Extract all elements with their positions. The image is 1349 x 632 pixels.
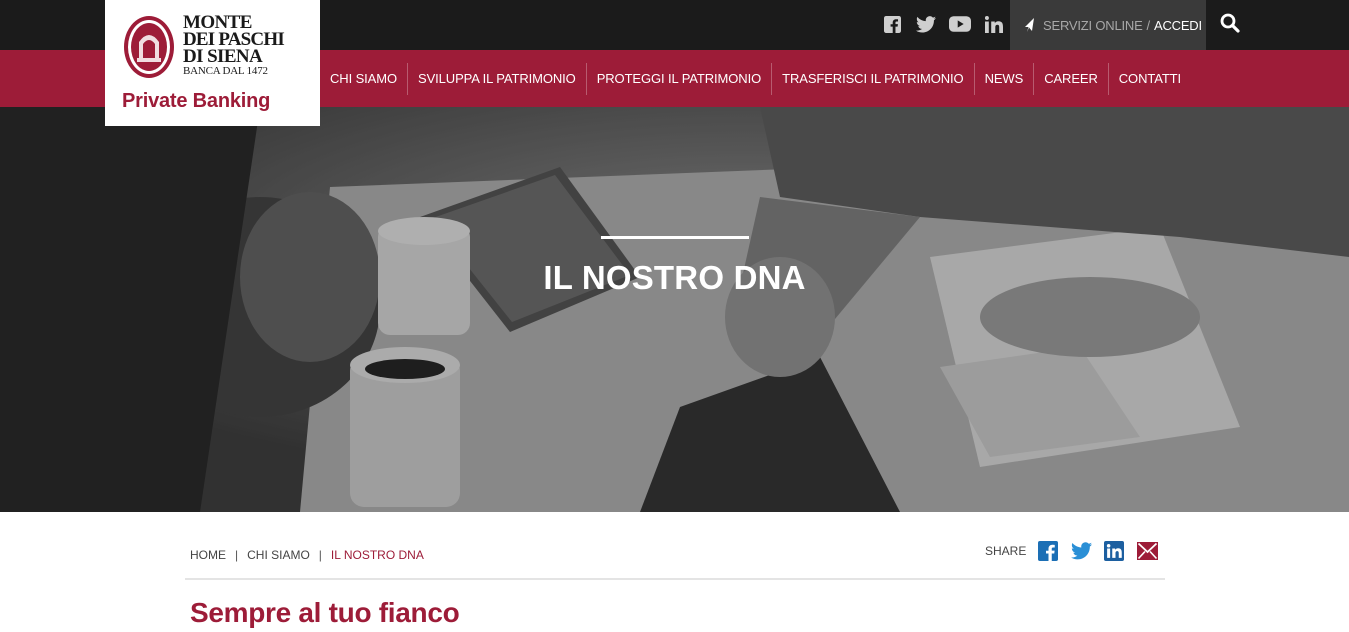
breadcrumb-chi-siamo[interactable]: CHI SIAMO [247, 548, 310, 562]
cursor-arrow-icon [1024, 18, 1036, 32]
logo-wordmark: MONTE DEI PASCHI DI SIENA BANCA DAL 1472 [183, 13, 285, 77]
share-facebook-icon[interactable] [1037, 540, 1059, 562]
facebook-icon[interactable] [875, 13, 909, 35]
breadcrumb-home[interactable]: HOME [190, 548, 226, 562]
hero-banner: IL NOSTRO DNA [0, 107, 1349, 512]
breadcrumb: HOME | CHI SIAMO | IL NOSTRO DNA [190, 548, 424, 562]
login-link[interactable]: ACCEDI [1154, 18, 1202, 33]
content-divider [185, 578, 1165, 580]
bank-seal-logo [124, 16, 174, 78]
nav-item-chi-siamo[interactable]: CHI SIAMO [320, 62, 408, 95]
hero-title-rule [601, 236, 749, 239]
nav-item-contatti[interactable]: CONTATTI [1109, 63, 1191, 95]
nav-item-news[interactable]: NEWS [975, 62, 1035, 95]
logo-line-di-siena: DI SIENA [183, 46, 263, 67]
search-icon[interactable] [1220, 13, 1242, 35]
logo-line-banca-dal: BANCA DAL 1472 [183, 65, 268, 77]
breadcrumb-current: IL NOSTRO DNA [330, 548, 424, 562]
logo-tagline: Private Banking [122, 90, 271, 112]
share-mail-icon[interactable] [1136, 540, 1158, 562]
nav-item-career[interactable]: CAREER [1034, 62, 1109, 95]
logo[interactable]: MONTE DEI PASCHI DI SIENA BANCA DAL 1472… [105, 0, 320, 126]
main-nav: CHI SIAMO SVILUPPA IL PATRIMONIO PROTEGG… [320, 50, 1191, 107]
twitter-icon[interactable] [909, 13, 943, 35]
social-links [875, 13, 1011, 35]
nav-item-sviluppa-il-patrimonio[interactable]: SVILUPPA IL PATRIMONIO [408, 62, 587, 95]
page-title: IL NOSTRO DNA [543, 259, 806, 296]
breadcrumb-separator: | [318, 548, 322, 562]
services-separator: / [1146, 17, 1151, 33]
share-linkedin-icon[interactable] [1103, 540, 1125, 562]
services-label: SERVIZI ONLINE [1043, 17, 1143, 33]
nav-item-proteggi-il-patrimonio[interactable]: PROTEGGI IL PATRIMONIO [587, 62, 773, 95]
nav-item-trasferisci-il-patrimonio[interactable]: TRASFERISCI IL PATRIMONIO [772, 62, 975, 95]
linkedin-icon[interactable] [977, 13, 1011, 35]
breadcrumb-separator: | [235, 548, 239, 562]
online-services-login[interactable]: SERVIZI ONLINE / ACCEDI [1010, 0, 1206, 50]
hero-background-image [0, 107, 1349, 512]
share-bar: SHARE [985, 540, 1169, 562]
section-heading: Sempre al tuo fianco [190, 597, 460, 628]
youtube-icon[interactable] [943, 13, 977, 35]
share-label: SHARE [985, 544, 1027, 558]
share-twitter-icon[interactable] [1070, 540, 1092, 562]
